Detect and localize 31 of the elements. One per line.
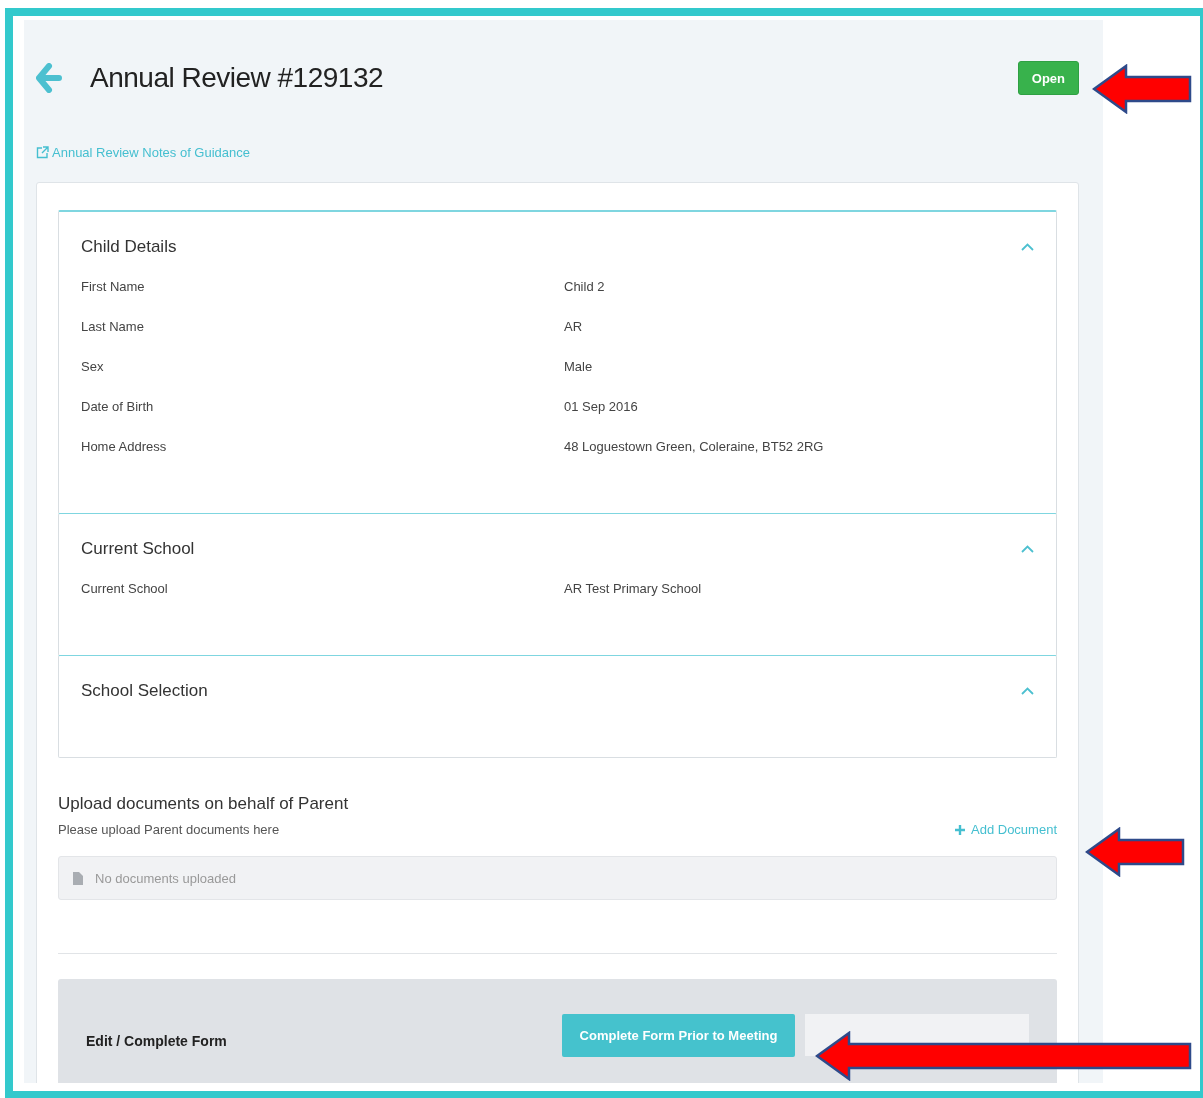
section-title: School Selection (81, 681, 208, 701)
empty-message: No documents uploaded (95, 870, 236, 886)
field-label: Sex (81, 359, 105, 374)
plus-icon (955, 824, 965, 835)
chevron-icon[interactable] (1021, 243, 1034, 251)
external-link-icon (36, 146, 49, 159)
page-title: Annual Review #129132 (90, 62, 385, 94)
field-label: Last Name (81, 319, 145, 334)
upload-subtitle: Please upload Parent documents here (58, 822, 280, 837)
field-value: Male (564, 359, 594, 374)
add-document-button[interactable]: Add Document (955, 822, 1057, 837)
back-arrow-icon[interactable] (36, 63, 62, 93)
guidance-link[interactable]: Annual Review Notes of Guidance (36, 145, 250, 160)
field-label: First Name (81, 279, 146, 294)
panel-label: Edit / Complete Form (86, 1033, 228, 1049)
chevron-icon[interactable] (1021, 687, 1034, 695)
document-icon (73, 871, 83, 885)
field-label: Home Address (81, 439, 168, 454)
field-label: Current School (81, 581, 169, 596)
field-value: AR Test Primary School (564, 581, 703, 596)
complete-form-button[interactable]: Complete Form Prior to Meeting (561, 1014, 796, 1057)
field-value: Child 2 (564, 279, 606, 294)
status-button[interactable]: Open (1017, 61, 1079, 95)
section-title: Child Details (81, 237, 177, 257)
field-value: AR (564, 319, 584, 334)
field-value: 01 Sep 2016 (564, 399, 639, 414)
field-label: Date of Birth (81, 399, 155, 414)
chevron-icon[interactable] (1021, 545, 1034, 553)
upload-title: Upload documents on behalf of Parent (58, 794, 350, 814)
section-title: Current School (81, 539, 195, 559)
field-value: 48 Loguestown Green, Coleraine, BT52 2RG (564, 439, 825, 454)
